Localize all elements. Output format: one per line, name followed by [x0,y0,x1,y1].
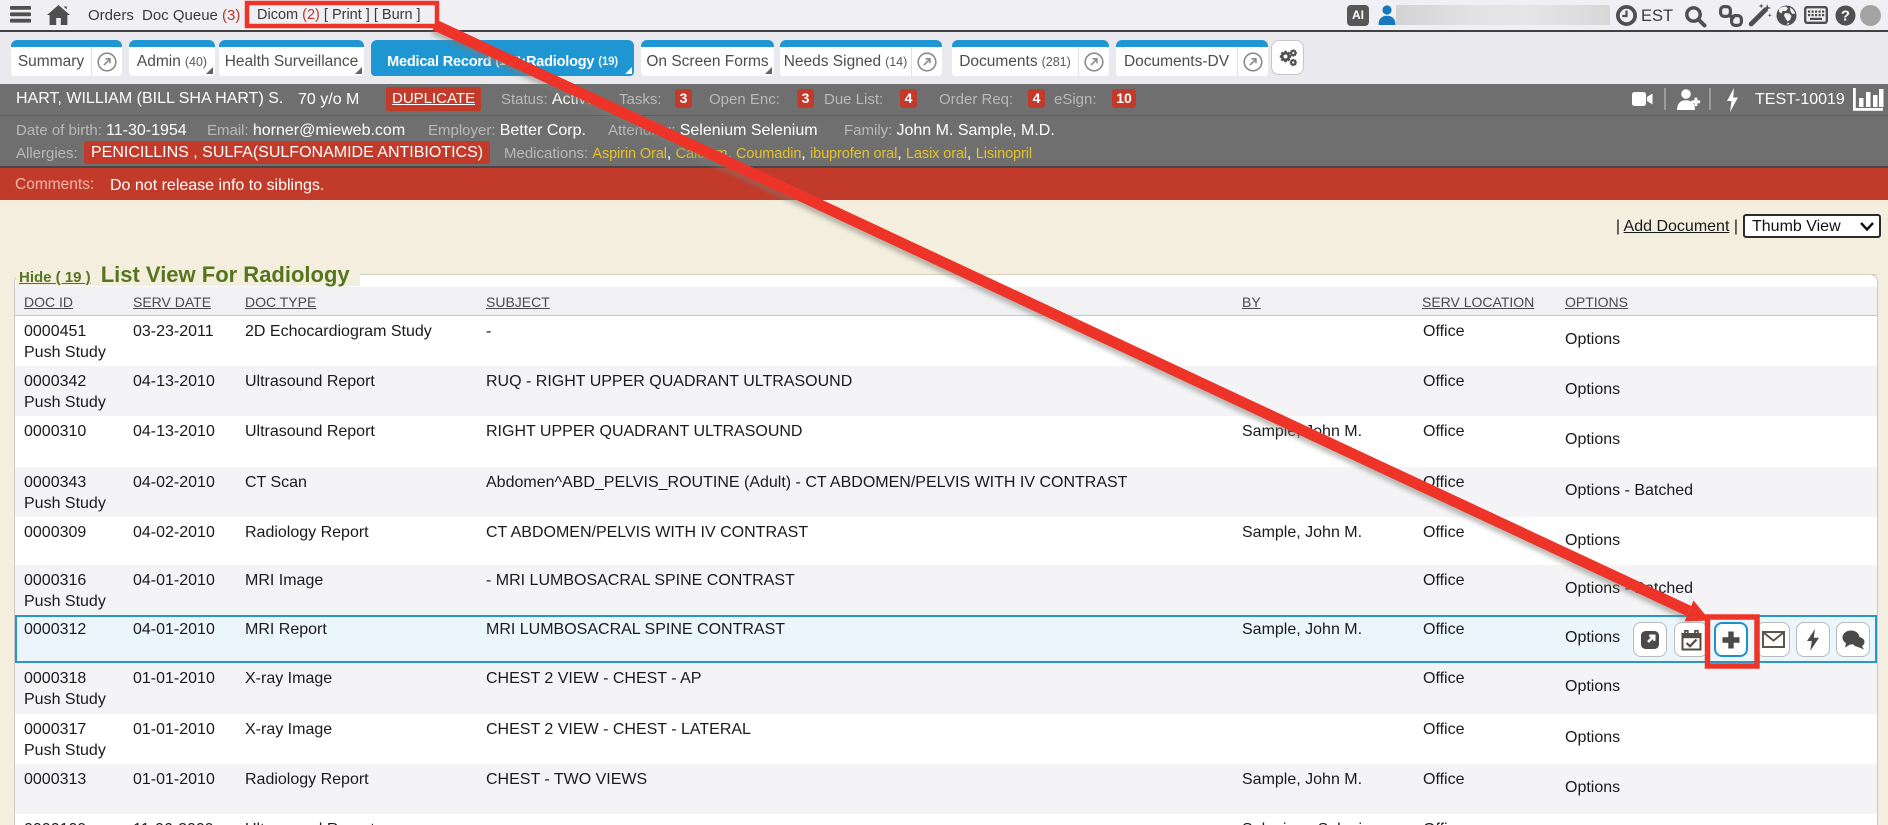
svg-text:?: ? [1841,8,1850,25]
